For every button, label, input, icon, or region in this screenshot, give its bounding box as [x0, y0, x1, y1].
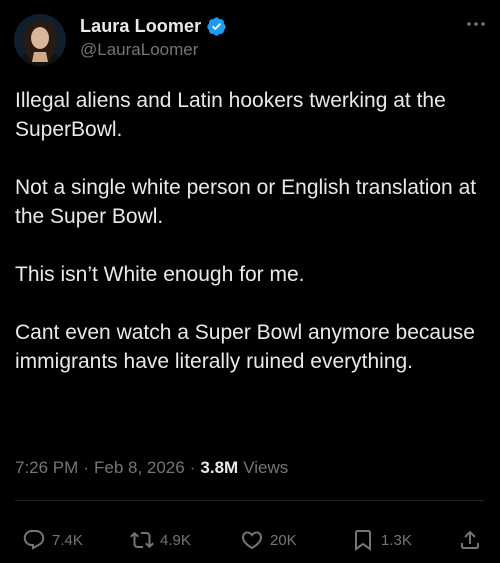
reply-button[interactable]: 7.4K — [22, 522, 83, 558]
avatar-image — [14, 14, 66, 66]
author-block: Laura Loomer @LauraLoomer — [80, 14, 227, 60]
avatar[interactable] — [14, 14, 66, 66]
tweet-meta: 7:26 PM · Feb 8, 2026 · 3.8M Views — [15, 458, 288, 478]
bookmark-count: 1.3K — [381, 531, 412, 549]
tweet-text: Illegal aliens and Latin hookers twerkin… — [15, 86, 485, 405]
tweet-paragraph: This isn’t White enough for me. — [15, 263, 305, 286]
tweet-time[interactable]: 7:26 PM — [15, 458, 78, 478]
repost-count: 4.9K — [160, 531, 191, 549]
reply-count: 7.4K — [52, 531, 83, 549]
verified-badge-icon[interactable] — [206, 16, 227, 37]
divider — [15, 500, 485, 501]
reply-icon — [22, 528, 46, 552]
share-button[interactable] — [458, 522, 482, 558]
tweet-paragraph: Cant even watch a Super Bowl anymore bec… — [15, 321, 475, 373]
tweet-paragraph: Illegal aliens and Latin hookers twerkin… — [15, 89, 446, 141]
bookmark-icon — [351, 528, 375, 552]
action-bar: 7.4K 4.9K 20K 1.3K — [0, 522, 500, 558]
repost-icon — [130, 528, 154, 552]
more-dots-icon[interactable] — [464, 16, 488, 32]
views-label: Views — [243, 458, 289, 477]
share-icon — [458, 528, 482, 552]
display-name[interactable]: Laura Loomer — [80, 16, 201, 37]
bookmark-button[interactable]: 1.3K — [351, 522, 412, 558]
meta-separator: · — [189, 458, 196, 477]
like-button[interactable]: 20K — [240, 522, 297, 558]
name-row: Laura Loomer — [80, 14, 227, 38]
repost-button[interactable]: 4.9K — [130, 522, 191, 558]
like-count: 20K — [270, 531, 297, 549]
tweet-paragraph: Not a single white person or English tra… — [15, 176, 477, 228]
meta-separator: · — [83, 458, 89, 477]
tweet: Laura Loomer @LauraLoomer Illegal aliens… — [0, 0, 500, 563]
views-count[interactable]: 3.8M — [200, 458, 238, 478]
tweet-date[interactable]: Feb 8, 2026 — [94, 458, 185, 478]
heart-icon — [240, 528, 264, 552]
handle[interactable]: @LauraLoomer — [80, 40, 227, 60]
